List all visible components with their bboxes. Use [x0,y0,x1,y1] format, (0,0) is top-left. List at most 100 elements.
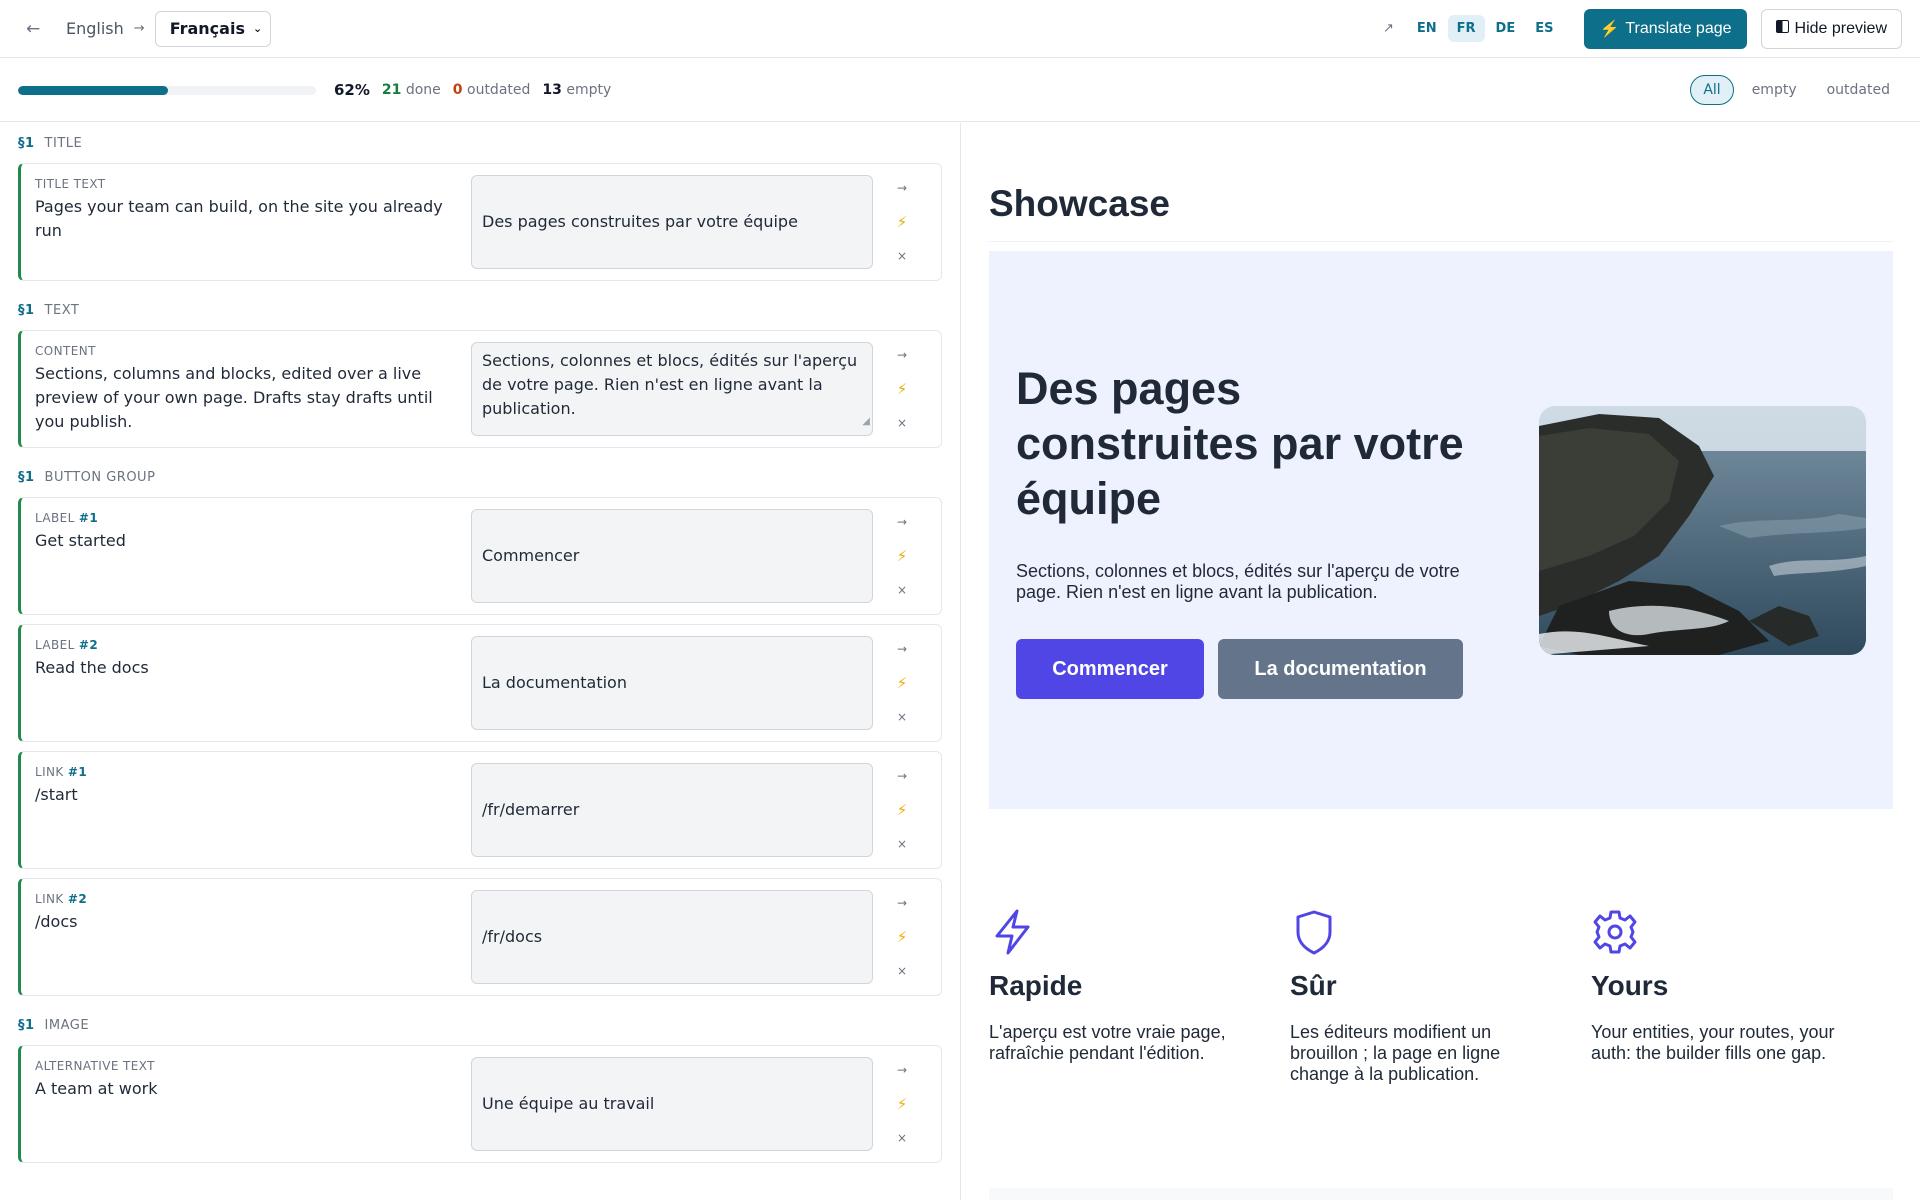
auto-translate-icon[interactable]: ⚡ [897,1095,908,1113]
copy-source-icon[interactable]: → [897,642,907,656]
progress-percent: 62% [334,81,370,99]
feature-card: Sûr Les éditeurs modifient un brouillon … [1290,908,1560,1085]
feature-title: Rapide [989,970,1083,1001]
clear-icon[interactable]: × [897,416,907,430]
field-card: LABEL #1 Get started Commencer → ⚡ × [18,497,942,615]
clear-icon[interactable]: × [897,1131,907,1145]
copy-source-icon[interactable]: → [897,181,907,195]
shield-icon [1292,908,1336,956]
auto-translate-icon[interactable]: ⚡ [897,674,908,692]
clear-icon[interactable]: × [897,583,907,597]
filter-empty[interactable]: empty [1740,76,1809,104]
copy-source-icon[interactable]: → [897,348,907,362]
field-label: TITLE TEXT [35,177,106,191]
next-section-peek [989,1188,1893,1200]
target-input[interactable]: Commencer [471,509,873,603]
clear-icon[interactable]: × [897,710,907,724]
auto-translate-icon[interactable]: ⚡ [897,928,908,946]
filter-all[interactable]: All [1690,75,1734,105]
hero-image [1539,406,1866,655]
field-card: LINK #2 /docs /fr/docs → ⚡ × [18,878,942,996]
divider [989,241,1893,242]
source-text: /docs [35,912,78,931]
hide-preview-label: Hide preview [1794,19,1887,37]
section-header: §1 BUTTON GROUP [18,469,156,485]
field-label: LINK #2 [35,892,88,906]
feature-title: Sûr [1290,970,1337,1001]
section-header: §1 IMAGE [18,1017,90,1033]
topbar: ← English → Français ⌄ ↗ EN FR DE ES ⚡ T… [0,0,1920,58]
field-label: CONTENT [35,344,96,358]
lightning-icon [991,908,1035,956]
filter-outdated[interactable]: outdated [1815,76,1902,104]
preview-section-title: Showcase [989,183,1170,224]
gear-icon [1593,908,1637,956]
field-card: LINK #1 /start /fr/demarrer → ⚡ × [18,751,942,869]
target-language-value: Français [169,19,245,38]
stat-empty: 13 empty [542,82,612,98]
source-text: Pages your team can build, on the site y… [35,197,443,240]
auto-translate-icon[interactable]: ⚡ [897,547,908,565]
section-header: §1 TITLE [18,135,83,151]
target-input[interactable]: Des pages construites par votre équipe [471,175,873,269]
hero-primary-button[interactable]: Commencer [1016,639,1204,699]
field-label: LINK #1 [35,765,88,779]
clear-icon[interactable]: × [897,249,907,263]
external-link-icon[interactable]: ↗ [1383,21,1394,36]
source-text: Get started [35,531,126,550]
target-input[interactable]: /fr/demarrer [471,763,873,857]
panel-icon [1775,19,1789,38]
field-card: ALTERNATIVE TEXT A team at work Une équi… [18,1045,942,1163]
progress-bar [18,85,316,95]
translate-page-button[interactable]: ⚡ Translate page [1584,8,1747,49]
back-arrow-icon[interactable]: ← [18,19,54,39]
target-input[interactable]: /fr/docs [471,890,873,984]
field-label: LABEL #1 [35,511,99,525]
copy-source-icon[interactable]: → [897,769,907,783]
hero-heading: Des pages construites par votre équipe [1016,363,1464,524]
field-label: LABEL #2 [35,638,99,652]
section-header: §1 TEXT [18,302,80,318]
copy-source-icon[interactable]: → [897,515,907,529]
auto-translate-icon[interactable]: ⚡ [897,213,908,231]
field-card: CONTENT Sections, columns and blocks, ed… [18,330,942,448]
lang-pill-fr[interactable]: FR [1447,15,1485,42]
feature-text: Your entities, your routes, your auth: t… [1591,1022,1835,1063]
field-card: LABEL #2 Read the docs La documentation … [18,624,942,742]
lang-pill-en[interactable]: EN [1408,15,1446,42]
language-arrow-icon: → [133,21,145,36]
hero-secondary-button[interactable]: La documentation [1218,639,1463,699]
progress-row: 62% 21 done 0 outdated 13 empty All empt… [0,59,1920,122]
auto-translate-icon[interactable]: ⚡ [897,801,908,819]
source-text: Read the docs [35,658,149,677]
stat-outdated: 0 outdated [452,82,531,98]
copy-source-icon[interactable]: → [897,1063,907,1077]
chevron-down-icon: ⌄ [252,22,263,35]
target-input[interactable]: Une équipe au travail [471,1057,873,1151]
auto-translate-icon[interactable]: ⚡ [897,380,908,398]
target-language-select[interactable]: Français ⌄ [154,10,272,47]
feature-card: Yours Your entities, your routes, your a… [1591,908,1861,1064]
feature-text: Les éditeurs modifient un brouillon ; la… [1290,1022,1501,1084]
copy-source-icon[interactable]: → [897,896,907,910]
progress-fill [18,85,168,95]
field-card: TITLE TEXT Pages your team can build, on… [18,163,942,281]
source-language: English [66,19,124,38]
clear-icon[interactable]: × [897,837,907,851]
live-preview: Showcase Des pages construites par votre… [961,123,1920,1200]
source-text: Sections, columns and blocks, edited ove… [35,364,433,431]
field-label: ALTERNATIVE TEXT [35,1059,155,1073]
hide-preview-button[interactable]: Hide preview [1760,8,1902,49]
source-text: A team at work [35,1079,158,1098]
feature-text: L'aperçu est votre vraie page, rafraîchi… [989,1022,1226,1063]
lang-pill-es[interactable]: ES [1526,15,1562,42]
resize-handle-icon[interactable]: ◢ [862,410,870,434]
clear-icon[interactable]: × [897,964,907,978]
hero-text: Sections, colonnes et blocs, édités sur … [1016,561,1460,602]
feature-title: Yours [1591,970,1669,1001]
translate-page-label: Translate page [1625,19,1732,37]
target-input[interactable]: La documentation [471,636,873,730]
target-textarea[interactable]: Sections, colonnes et blocs, édités sur … [471,342,873,436]
lang-pill-de[interactable]: DE [1487,15,1525,42]
feature-card: Rapide L'aperçu est votre vraie page, ra… [989,908,1259,1064]
